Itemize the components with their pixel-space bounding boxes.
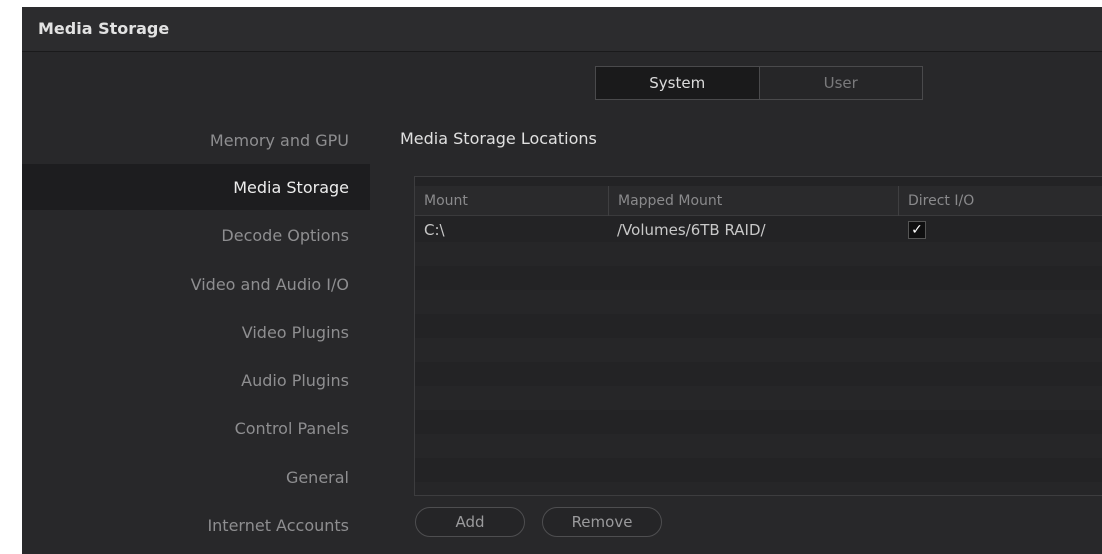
title-bar: Media Storage	[22, 7, 1102, 52]
table-row[interactable]: C:\ /Volumes/6TB RAID/ ✓	[415, 218, 1102, 242]
sidebar-item-media-storage[interactable]: Media Storage	[22, 164, 370, 210]
empty-row	[415, 362, 1102, 386]
tab-user[interactable]: User	[759, 67, 922, 99]
system-user-toggle: System User	[595, 66, 923, 100]
sidebar-item-video-audio-io[interactable]: Video and Audio I/O	[22, 261, 370, 307]
sidebar-item-control-panels[interactable]: Control Panels	[22, 405, 370, 451]
empty-row	[415, 314, 1102, 338]
mount-cell: C:\	[424, 221, 445, 239]
section-title: Media Storage Locations	[400, 129, 597, 148]
column-header-mount[interactable]: Mount	[415, 186, 608, 216]
column-header-direct-io[interactable]: Direct I/O	[898, 186, 1102, 216]
empty-row	[415, 410, 1102, 434]
add-button[interactable]: Add	[415, 507, 525, 537]
remove-button[interactable]: Remove	[542, 507, 662, 537]
media-storage-table: Mount Mapped Mount Direct I/O C:\ /Volum…	[414, 176, 1102, 496]
checkmark-icon: ✓	[911, 222, 923, 238]
sidebar-item-audio-plugins[interactable]: Audio Plugins	[22, 357, 370, 403]
empty-row	[415, 338, 1102, 362]
sidebar-item-general[interactable]: General	[22, 454, 370, 500]
empty-row	[415, 266, 1102, 290]
preferences-window: Media Storage System User Memory and GPU…	[22, 7, 1102, 554]
empty-row	[415, 290, 1102, 314]
empty-row	[415, 242, 1102, 266]
empty-row	[415, 386, 1102, 410]
empty-row	[415, 458, 1102, 482]
sidebar-item-decode-options[interactable]: Decode Options	[22, 212, 370, 258]
empty-row	[415, 434, 1102, 458]
direct-io-checkbox[interactable]: ✓	[908, 221, 926, 239]
sidebar-item-video-plugins[interactable]: Video Plugins	[22, 309, 370, 355]
mapped-mount-cell: /Volumes/6TB RAID/	[617, 221, 766, 239]
sidebar-item-memory-gpu[interactable]: Memory and GPU	[22, 117, 370, 163]
table-header: Mount Mapped Mount Direct I/O	[415, 186, 1102, 216]
column-header-mapped-mount[interactable]: Mapped Mount	[608, 186, 898, 216]
tab-system[interactable]: System	[596, 67, 760, 99]
sidebar-item-internet-accounts[interactable]: Internet Accounts	[22, 502, 370, 548]
window-title: Media Storage	[38, 19, 170, 38]
empty-row	[415, 482, 1102, 495]
direct-io-cell: ✓	[898, 218, 1102, 242]
